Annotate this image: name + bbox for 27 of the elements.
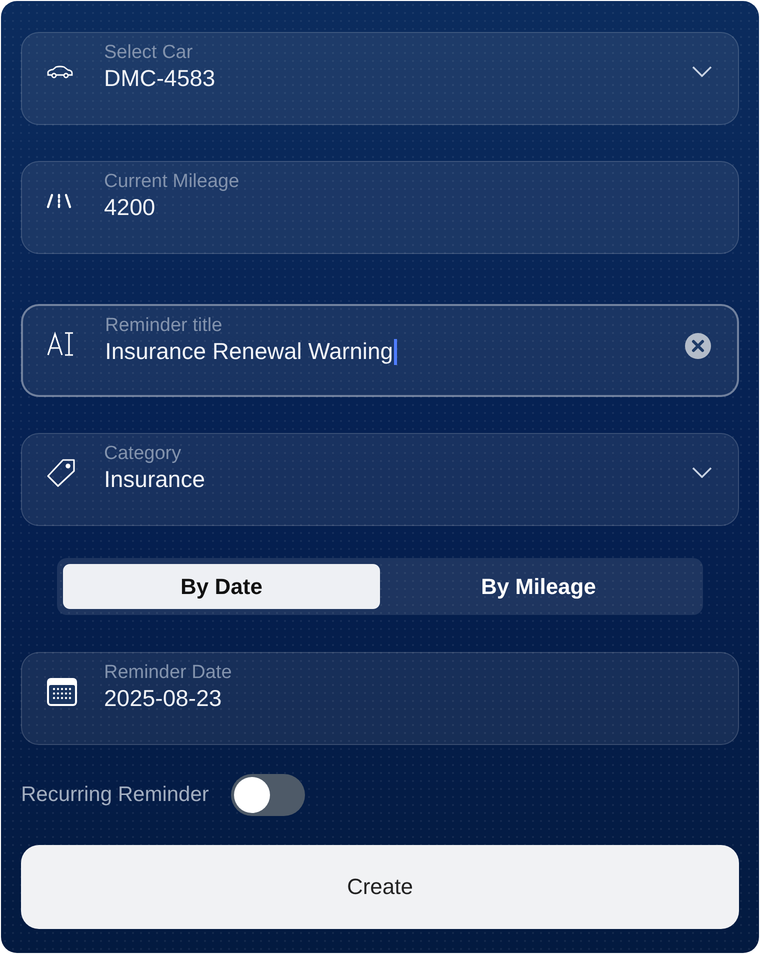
tag-icon: [46, 458, 76, 488]
road-icon: [46, 192, 72, 208]
clear-icon[interactable]: [685, 332, 711, 358]
field-label: Reminder Date: [104, 662, 233, 684]
car-icon: [46, 64, 74, 78]
field-label: Current Mileage: [104, 171, 240, 193]
field-label: Select Car: [104, 42, 194, 64]
segment-tab[interactable]: By Mileage: [380, 564, 697, 609]
select-field[interactable]: Select Car DMC-4583: [21, 32, 739, 125]
toggle-switch[interactable]: [230, 774, 305, 816]
select-field[interactable]: Category Insurance: [21, 433, 739, 526]
field-value: 4200: [104, 194, 156, 221]
field-value: DMC-4583: [104, 65, 216, 92]
toggle-label: Recurring Reminder: [21, 783, 209, 807]
field-label: Category: [104, 443, 182, 465]
create-button[interactable]: Create: [21, 845, 739, 929]
segment-tab[interactable]: By Date: [63, 564, 380, 609]
field-value: Insurance: [104, 466, 206, 493]
chevron-down-icon: [692, 467, 712, 478]
chevron-down-icon: [692, 66, 712, 77]
input-field[interactable]: Reminder title Insurance Renewal Warning: [21, 304, 739, 397]
date-field[interactable]: Reminder Date 2025-08-23: [21, 652, 739, 745]
field-value: Insurance Renewal Warning: [105, 338, 685, 365]
calendar-icon: [46, 676, 78, 706]
field-label: Reminder title: [105, 315, 224, 337]
field-value: 2025-08-23: [104, 685, 223, 712]
input-field[interactable]: Current Mileage 4200: [21, 161, 739, 254]
